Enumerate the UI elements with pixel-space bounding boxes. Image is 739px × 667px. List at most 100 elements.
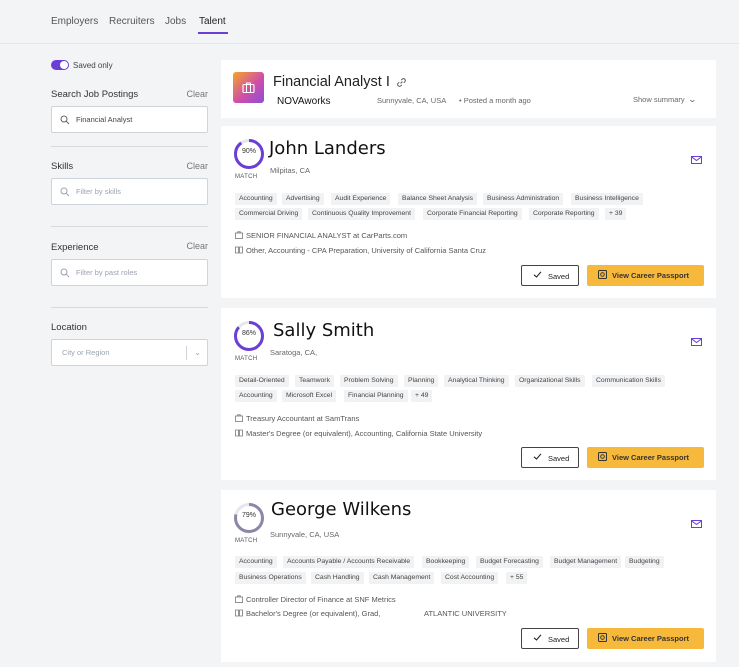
skill-chip: Business Operations — [235, 572, 306, 584]
passport-icon — [598, 452, 607, 461]
tab-employers[interactable]: Employers — [51, 16, 98, 27]
skills-placeholder: Filter by skills — [76, 187, 122, 196]
tab-talent[interactable]: Talent — [199, 16, 226, 27]
skill-chip: Corporate Financial Reporting — [423, 208, 522, 220]
education-text: Other, Accounting - CPA Preparation, Uni… — [246, 246, 486, 255]
skill-chip: Microsoft Excel — [282, 390, 337, 402]
tab-recruiters[interactable]: Recruiters — [109, 16, 155, 27]
search-input-value: Financial Analyst — [76, 115, 133, 124]
passport-icon — [598, 633, 607, 642]
more-skills-chip[interactable]: + 49 — [411, 390, 433, 402]
skill-chip: Cash Management — [369, 572, 435, 584]
book-icon — [235, 246, 243, 254]
check-icon — [533, 453, 542, 460]
briefcase-icon — [242, 82, 255, 94]
passport-label: View Career Passport — [612, 453, 689, 462]
search-job-input[interactable]: Financial Analyst — [51, 106, 208, 133]
tab-jobs[interactable]: Jobs — [165, 16, 186, 27]
skill-chip: Audit Experience — [331, 193, 391, 205]
skills-filter-input[interactable]: Filter by skills — [51, 178, 208, 205]
search-icon — [60, 187, 70, 197]
skill-chip: Accounts Payable / Accounts Receivable — [283, 556, 415, 568]
more-skills-chip[interactable]: + 39 — [605, 208, 627, 220]
passport-label: View Career Passport — [612, 634, 689, 643]
skill-chips: Accounting Accounts Payable / Accounts R… — [235, 556, 664, 586]
experience-filter-input[interactable]: Filter by past roles — [51, 259, 208, 286]
saved-button[interactable]: Saved — [521, 447, 579, 468]
match-percent: 86% — [241, 330, 256, 337]
check-icon — [533, 634, 542, 641]
show-summary-button[interactable]: Show summary ⌄ — [633, 95, 697, 104]
experience-line: SENIOR FINANCIAL ANALYST at CarParts.com — [235, 231, 407, 240]
skill-chip: Communication Skills — [592, 375, 665, 387]
saved-only-toggle[interactable] — [51, 60, 69, 70]
saved-label: Saved — [548, 272, 570, 281]
candidate-name[interactable]: George Wilkens — [271, 499, 411, 520]
view-career-passport-button[interactable]: View Career Passport — [587, 447, 704, 468]
skill-chip: Commercial Driving — [235, 208, 303, 220]
education-text: Master's Degree (or equivalent), Account… — [246, 429, 483, 438]
education-line: Master's Degree (or equivalent), Account… — [235, 429, 482, 438]
chevron-down-icon[interactable]: ⌄ — [194, 348, 201, 357]
briefcase-icon — [235, 231, 243, 239]
match-label: MATCH — [235, 174, 258, 180]
skill-chip: Accounting — [235, 193, 277, 205]
active-tab-indicator — [198, 32, 228, 34]
view-career-passport-button[interactable]: View Career Passport — [587, 628, 704, 649]
view-career-passport-button[interactable]: View Career Passport — [587, 265, 704, 286]
skill-chip: Bookkeeping — [422, 556, 470, 568]
saved-button[interactable]: Saved — [521, 265, 579, 286]
job-header-card: Financial Analyst I NOVAworks Sunnyvale,… — [221, 60, 716, 118]
search-clear-button[interactable]: Clear — [186, 89, 208, 99]
candidate-name[interactable]: John Landers — [269, 138, 386, 159]
experience-line: Controller Director of Finance at SNF Me… — [235, 595, 396, 604]
skill-chip: Teamwork — [295, 375, 334, 387]
job-posted: • Posted a month ago — [459, 96, 531, 105]
mail-icon[interactable] — [691, 338, 702, 346]
location-select[interactable]: City or Region ⌄ — [51, 339, 208, 366]
skill-chip: Advertising — [282, 193, 324, 205]
skills-clear-button[interactable]: Clear — [186, 161, 208, 171]
candidate-card: 90% MATCH John Landers Milpitas, CA Acco… — [221, 126, 716, 298]
saved-button[interactable]: Saved — [521, 628, 579, 649]
location-placeholder: City or Region — [62, 348, 110, 357]
skill-chips: Accounting Advertising Audit Experience … — [235, 193, 655, 223]
check-icon — [533, 271, 542, 278]
education-text: Bachelor's Degree (or equivalent), Grad, — [246, 609, 381, 618]
skill-chip: Budget Forecasting — [476, 556, 543, 568]
link-icon[interactable] — [397, 78, 406, 87]
experience-text: Controller Director of Finance at SNF Me… — [246, 595, 396, 604]
skill-chip: Problem Solving — [340, 375, 398, 387]
job-logo — [233, 72, 264, 103]
job-location: Sunnyvale, CA, USA — [377, 96, 447, 105]
match-label: MATCH — [235, 356, 258, 362]
sidebar-divider — [51, 307, 208, 308]
sidebar-divider — [51, 146, 208, 147]
skill-chip: Budgeting — [625, 556, 664, 568]
match-percent: 90% — [241, 148, 256, 155]
skill-chip: Business Intelligence — [571, 193, 643, 205]
skill-chip: Accounting — [235, 390, 277, 402]
experience-placeholder: Filter by past roles — [76, 268, 138, 277]
sidebar-divider — [51, 226, 208, 227]
candidate-card: 79% MATCH George Wilkens Sunnyvale, CA, … — [221, 490, 716, 662]
more-skills-chip[interactable]: + 55 — [506, 572, 528, 584]
mail-icon[interactable] — [691, 520, 702, 528]
passport-label: View Career Passport — [612, 271, 689, 280]
job-title: Financial Analyst I — [273, 74, 390, 90]
search-icon — [60, 115, 70, 125]
job-company: NOVAworks — [277, 96, 331, 107]
skill-chip: Planning — [404, 375, 439, 387]
skill-chip: Continuous Quality Improvement — [308, 208, 415, 220]
experience-line: Treasury Accountant at SamTrans — [235, 414, 359, 423]
skill-chip: Cash Handling — [311, 572, 364, 584]
skill-chip: Accounting — [235, 556, 277, 568]
candidate-name[interactable]: Sally Smith — [273, 320, 374, 341]
skills-section-title: Skills — [51, 161, 74, 172]
skill-chip: Analytical Thinking — [444, 375, 509, 387]
mail-icon[interactable] — [691, 156, 702, 164]
search-section-title: Search Job Postings — [51, 89, 139, 100]
candidate-card: 86% MATCH Sally Smith Saratoga, CA, Deta… — [221, 308, 716, 480]
match-label: MATCH — [235, 538, 258, 544]
experience-clear-button[interactable]: Clear — [186, 241, 208, 251]
